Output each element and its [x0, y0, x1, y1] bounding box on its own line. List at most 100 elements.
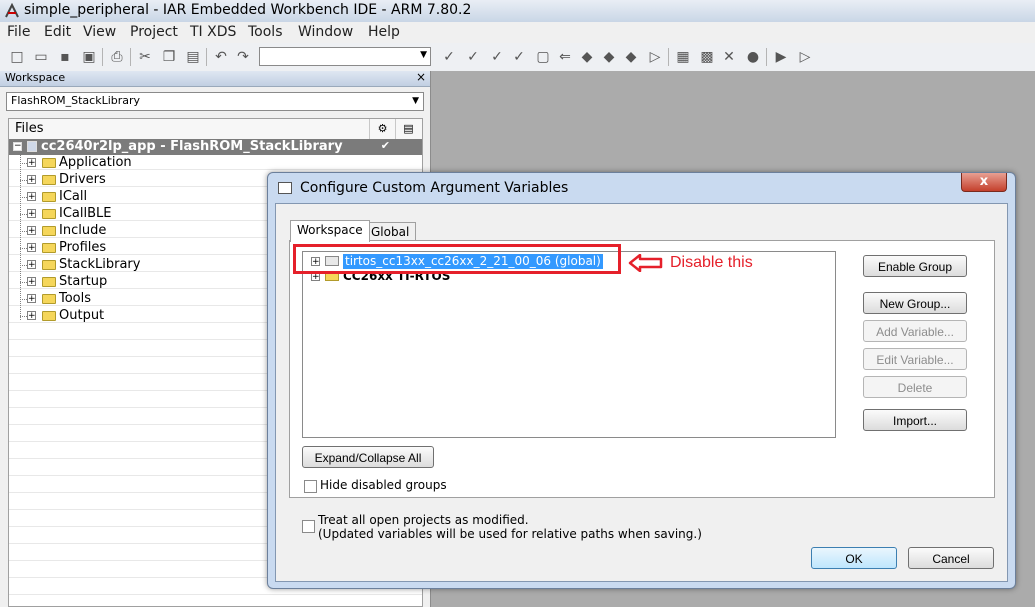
- toolbar-separator: [102, 48, 103, 66]
- find-icon[interactable]: ✓: [464, 48, 482, 66]
- project-row[interactable]: − cc2640r2lp_app - FlashROM_StackLibrary…: [9, 139, 422, 155]
- make-icon[interactable]: ▩: [698, 48, 716, 66]
- download-debug-icon[interactable]: ▶: [772, 48, 790, 66]
- replace-icon[interactable]: ▢: [534, 48, 552, 66]
- save-all-icon[interactable]: ▣: [80, 48, 98, 66]
- options-column-icon[interactable]: ⚙: [369, 119, 395, 139]
- expand-icon[interactable]: +: [27, 243, 36, 253]
- expand-icon[interactable]: +: [27, 294, 36, 304]
- import-button[interactable]: Import...: [863, 409, 967, 431]
- folder-icon: [42, 277, 56, 287]
- folder-icon: [42, 192, 56, 202]
- configure-custom-argument-variables-dialog: Configure Custom Argument Variables x Wo…: [267, 172, 1016, 589]
- cut-icon[interactable]: ✂: [136, 48, 154, 66]
- toolbar-separator: [766, 48, 767, 66]
- expand-icon[interactable]: +: [27, 175, 36, 185]
- tree-item-label: Tools: [59, 291, 92, 306]
- tab-workspace[interactable]: Workspace: [290, 220, 370, 242]
- expand-icon[interactable]: +: [27, 260, 36, 270]
- tree-item-label: Profiles: [59, 240, 107, 255]
- expand-icon[interactable]: +: [27, 277, 36, 287]
- close-button[interactable]: x: [961, 173, 1007, 192]
- go-to-icon[interactable]: ⇐: [556, 48, 574, 66]
- menu-tools[interactable]: Tools: [248, 24, 283, 40]
- build-column-icon[interactable]: ▤: [395, 119, 421, 139]
- menu-help[interactable]: Help: [368, 24, 400, 40]
- navigate-forward-icon[interactable]: ◆: [600, 48, 618, 66]
- add-variable-button[interactable]: Add Variable...: [863, 320, 967, 342]
- expand-icon[interactable]: +: [27, 311, 36, 321]
- menu-file[interactable]: File: [7, 24, 30, 40]
- new-file-icon[interactable]: □: [8, 48, 26, 66]
- debug-without-download-icon[interactable]: ▷: [796, 48, 814, 66]
- group-list[interactable]: + tirtos_cc13xx_cc26xx_2_21_00_06 (globa…: [302, 251, 836, 438]
- close-icon[interactable]: ×: [416, 70, 426, 84]
- toolbar-separator: [130, 48, 131, 66]
- paste-icon[interactable]: ▤: [184, 48, 202, 66]
- bookmark-prev-icon[interactable]: ▷: [646, 48, 664, 66]
- toggle-bookmark-icon[interactable]: ✓: [440, 48, 458, 66]
- bookmark-next-icon[interactable]: ◆: [622, 48, 640, 66]
- folder-icon: [42, 158, 56, 168]
- copy-icon[interactable]: ❐: [160, 48, 178, 66]
- stop-build-icon[interactable]: ✕: [720, 48, 738, 66]
- treat-modified-note: (Updated variables will be used for rela…: [318, 527, 702, 541]
- chevron-down-icon[interactable]: ▼: [420, 50, 427, 60]
- toolbar-separator: [668, 48, 669, 66]
- find-prev-icon[interactable]: ✓: [510, 48, 528, 66]
- expand-icon[interactable]: +: [27, 158, 36, 168]
- edit-variable-button[interactable]: Edit Variable...: [863, 348, 967, 370]
- tab-global[interactable]: Global: [364, 222, 417, 242]
- expand-icon[interactable]: +: [27, 209, 36, 219]
- menu-window[interactable]: Window: [298, 24, 353, 40]
- dialog-icon: [278, 182, 292, 194]
- project-name: cc2640r2lp_app - FlashROM_StackLibrary: [41, 139, 343, 154]
- menu-view[interactable]: View: [83, 24, 116, 40]
- undo-icon[interactable]: ↶: [212, 48, 230, 66]
- tree-item-label: Startup: [59, 274, 108, 289]
- menu-ti-xds[interactable]: TI XDS: [190, 24, 236, 40]
- breakpoint-icon[interactable]: ●: [744, 48, 762, 66]
- delete-button[interactable]: Delete: [863, 376, 967, 398]
- hide-disabled-checkbox[interactable]: [304, 480, 317, 493]
- open-folder-icon[interactable]: ▭: [32, 48, 50, 66]
- find-combo[interactable]: ▼: [259, 47, 431, 66]
- tree-item-label: Output: [59, 308, 105, 323]
- menu-edit[interactable]: Edit: [44, 24, 71, 40]
- expand-collapse-all-button[interactable]: Expand/Collapse All: [302, 446, 434, 468]
- hide-disabled-label: Hide disabled groups: [320, 478, 447, 492]
- compile-icon[interactable]: ▦: [674, 48, 692, 66]
- folder-icon: [42, 226, 56, 236]
- expand-icon[interactable]: +: [27, 192, 36, 202]
- folder-icon: [42, 260, 56, 270]
- tree-item-label: StackLibrary: [59, 257, 141, 272]
- configuration-value: FlashROM_StackLibrary: [11, 94, 141, 107]
- redo-icon[interactable]: ↷: [234, 48, 252, 66]
- folder-icon: [42, 209, 56, 219]
- tree-item-label: Drivers: [59, 172, 106, 187]
- files-column-header[interactable]: Files: [15, 121, 44, 136]
- chevron-down-icon[interactable]: ▼: [412, 96, 419, 106]
- menu-bar: File Edit View Project TI XDS Tools Wind…: [0, 22, 1035, 43]
- ok-button[interactable]: OK: [811, 547, 897, 569]
- collapse-icon[interactable]: −: [13, 142, 22, 151]
- folder-icon: [42, 175, 56, 185]
- toolbar-separator: [206, 48, 207, 66]
- find-next-icon[interactable]: ✓: [488, 48, 506, 66]
- menu-project[interactable]: Project: [130, 24, 178, 40]
- expand-icon[interactable]: +: [27, 226, 36, 236]
- save-icon[interactable]: ▪: [56, 48, 74, 66]
- tree-item-label: ICall: [59, 189, 88, 204]
- treat-modified-label: Treat all open projects as modified.: [318, 513, 529, 527]
- cancel-button[interactable]: Cancel: [908, 547, 994, 569]
- new-group-button[interactable]: New Group...: [863, 292, 967, 314]
- tree-item-application[interactable]: + Application: [9, 155, 422, 172]
- configuration-select[interactable]: FlashROM_StackLibrary ▼: [6, 92, 424, 111]
- toolbar: □ ▭ ▪ ▣ ⎙ ✂ ❐ ▤ ↶ ↷ ▼ ✓ ✓ ✓ ✓ ▢ ⇐ ◆ ◆ ◆ …: [0, 43, 1035, 72]
- treat-modified-checkbox[interactable]: [302, 520, 315, 533]
- enable-group-button[interactable]: Enable Group: [863, 255, 967, 277]
- tree-item-label: Application: [59, 155, 132, 170]
- print-icon[interactable]: ⎙: [108, 48, 126, 66]
- folder-icon: [42, 243, 56, 253]
- navigate-back-icon[interactable]: ◆: [578, 48, 596, 66]
